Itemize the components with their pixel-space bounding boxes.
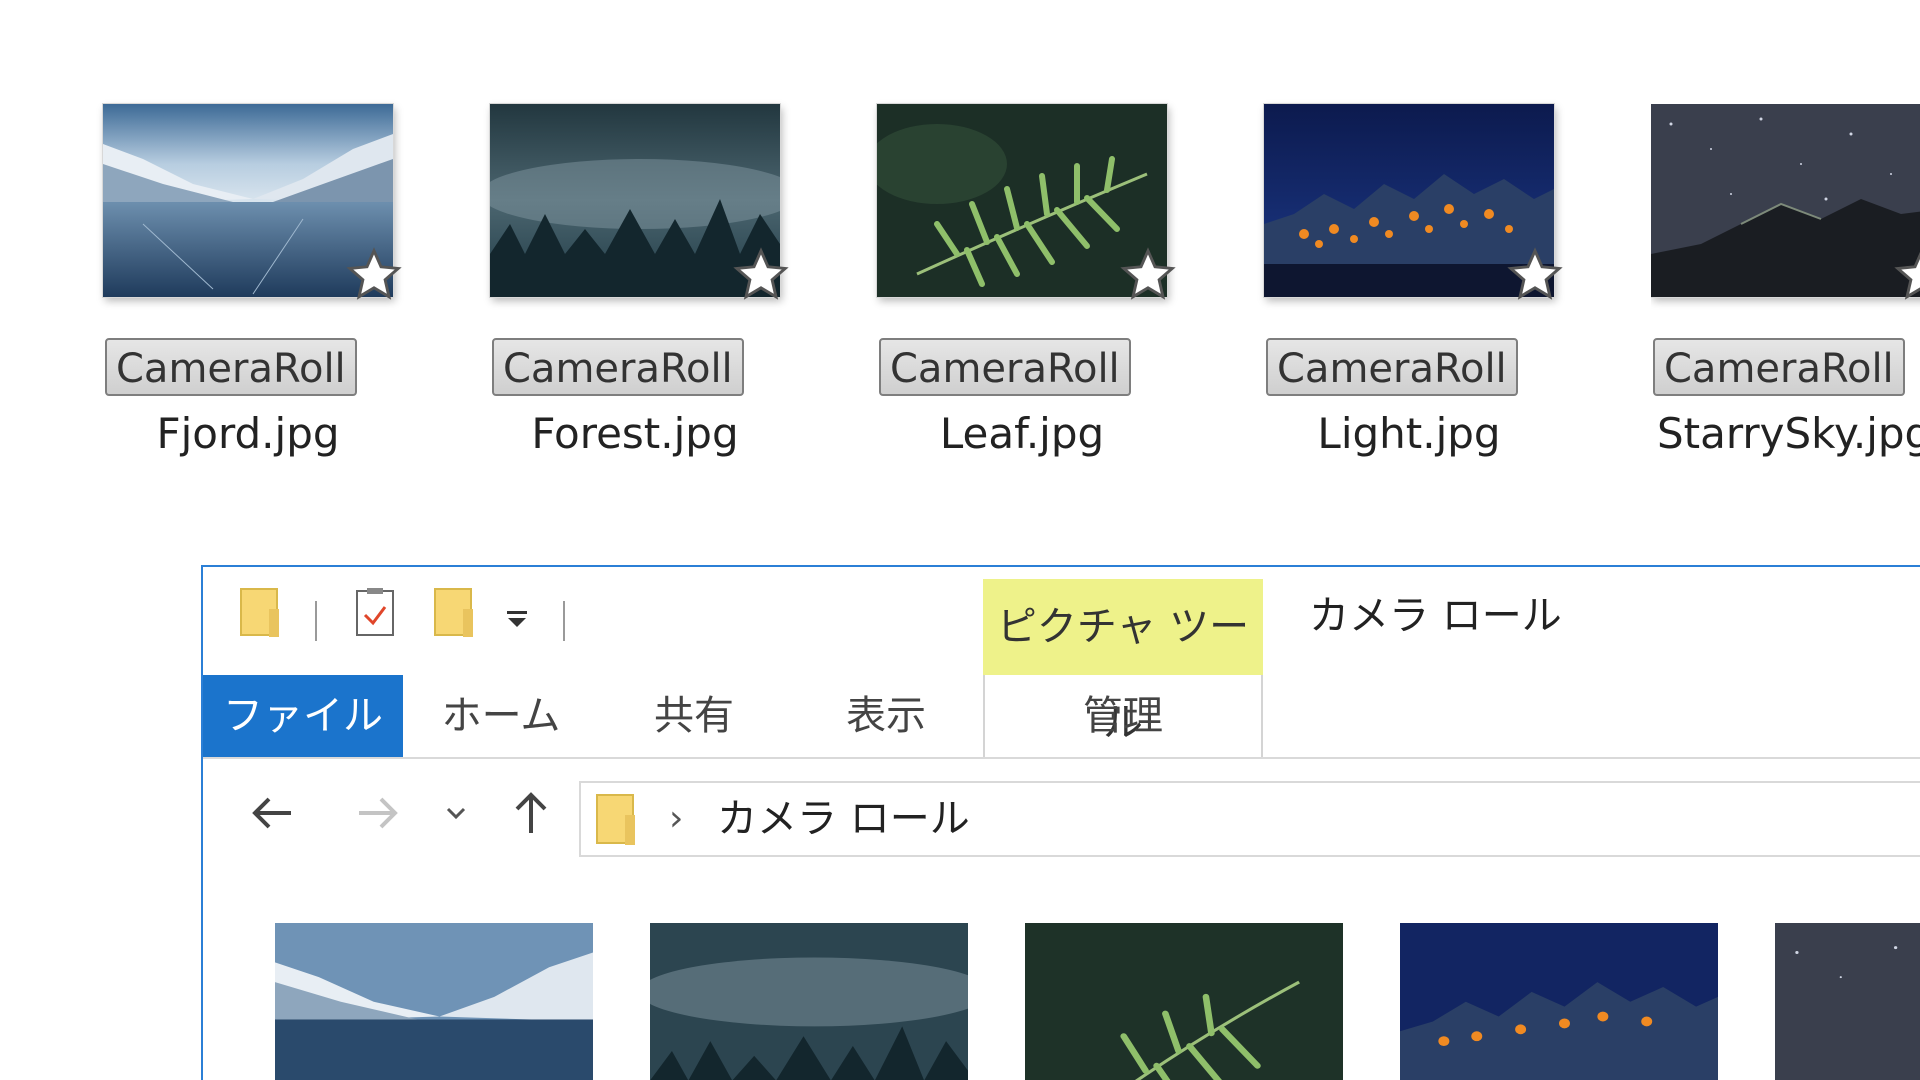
content-thumbnail-starrysky[interactable] [1775,923,1920,1080]
cameraroll-tag: CameraRoll [1266,338,1518,396]
cameraroll-tag: CameraRoll [1653,338,1905,396]
tab-home[interactable]: ホーム [403,675,599,757]
navigation-bar: › カメラ ロール [203,759,1920,867]
tab-file[interactable]: ファイル [203,675,403,757]
tab-share[interactable]: 共有 [599,675,789,757]
back-arrow-icon[interactable] [245,785,301,841]
tab-manage[interactable]: 管理 [983,675,1263,757]
favorite-star-icon [1894,251,1920,300]
favorite-star-icon [1507,247,1563,300]
desktop-icon-starrysky[interactable]: CameraRoll StarrySky.jpg [1651,104,1920,524]
ribbon-tabs: ファイル ホーム 共有 表示 管理 [203,675,1920,759]
file-name[interactable]: Forest.jpg [490,404,780,464]
cameraroll-tag: CameraRoll [105,338,357,396]
toolbar-separator [563,601,565,641]
favorite-star-icon [733,247,789,300]
new-folder-icon[interactable] [433,587,477,639]
content-thumbnail-fjord[interactable] [275,923,593,1080]
starrysky-thumbnail [1651,104,1920,297]
up-arrow-icon[interactable] [503,785,559,841]
content-thumbnail-light[interactable] [1400,923,1718,1080]
folder-icon [596,794,635,845]
favorite-star-icon [346,247,402,300]
content-thumbnail-leaf[interactable] [1025,923,1343,1080]
file-name[interactable]: Leaf.jpg [877,404,1167,464]
window-title: カメラ ロール [1309,593,1562,639]
breadcrumb-separator-icon[interactable]: › [669,783,683,855]
file-name[interactable]: Fjord.jpg [103,404,393,464]
favorite-star-icon [1120,247,1176,300]
toolbar-separator [315,601,317,641]
explorer-window: ピクチャ ツール カメラ ロール ファイル ホーム 共有 表示 管理 › カメラ… [201,565,1920,1080]
forward-arrow-icon[interactable] [349,785,405,841]
folder-icon[interactable] [239,587,283,639]
properties-icon[interactable] [353,587,397,639]
content-thumbnail-forest[interactable] [650,923,968,1080]
file-name[interactable]: StarrySky.jpg [1657,404,1920,464]
file-name[interactable]: Light.jpg [1264,404,1554,464]
tab-view[interactable]: 表示 [789,675,983,757]
customize-dropdown-icon[interactable] [503,605,531,633]
breadcrumb-camera-roll[interactable]: カメラ ロール [717,783,970,855]
cameraroll-tag: CameraRoll [492,338,744,396]
desktop: CameraRoll Fjord.jpg CameraRoll Forest.j… [0,0,1920,1080]
address-bar[interactable]: › カメラ ロール [579,781,1920,857]
recent-dropdown-icon[interactable] [439,785,473,841]
picture-tools-context-tab: ピクチャ ツール [983,579,1263,746]
cameraroll-tag: CameraRoll [879,338,1131,396]
